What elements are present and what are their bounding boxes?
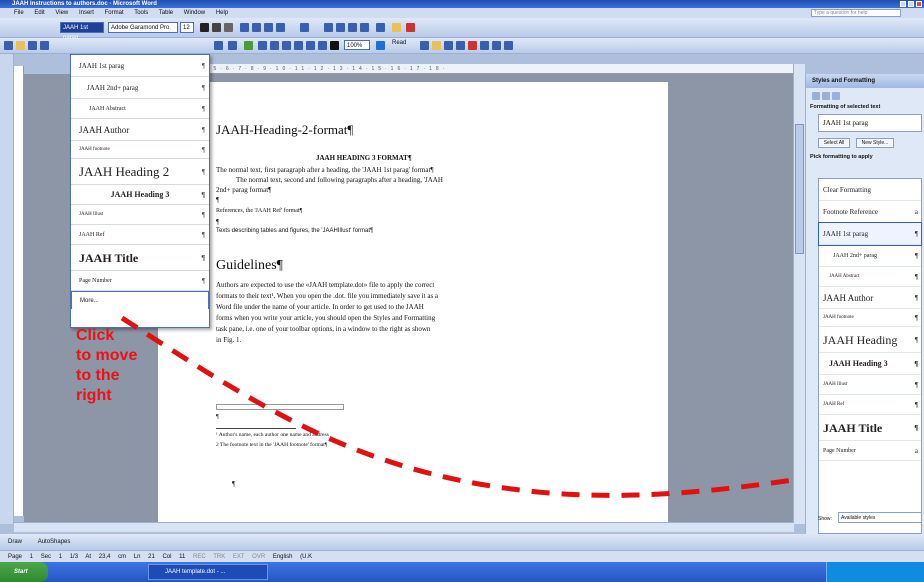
annotation-arrow-icon <box>120 315 850 498</box>
pick-formatting-label: Pick formatting to apply <box>810 154 873 160</box>
list-item-label: JAAH Heading <box>823 333 898 347</box>
list-item-label: JAAH Title <box>823 421 883 435</box>
selected-style-box[interactable]: JAAH 1st parag <box>818 114 922 132</box>
list-item[interactable]: JAAH Ref ¶ <box>819 395 921 415</box>
status-at: At 23,4 cm <box>85 554 127 560</box>
status-bar: Page 1 Sec 1 1/3 At 23,4 cm Ln 21 Col 11… <box>0 550 924 562</box>
paragraph-mark-icon: ¶ <box>914 380 918 389</box>
character-mark-icon: a <box>914 207 918 216</box>
system-tray <box>826 562 924 582</box>
status-column: Col 11 <box>162 554 186 560</box>
drawing-toolbar: Draw AutoShapes <box>0 534 924 550</box>
status-page: Page 1 <box>8 554 34 560</box>
paragraph-mark-icon: ¶ <box>914 423 918 432</box>
list-item[interactable]: JAAH Author ¶ <box>819 287 921 309</box>
list-item[interactable]: JAAH Abstract ¶ <box>819 267 921 287</box>
task-pane-title: Styles and Formatting <box>806 74 924 88</box>
paragraph-mark-icon: ¶ <box>914 229 918 238</box>
autoshapes-menu[interactable]: AutoShapes <box>38 539 71 545</box>
new-style-button[interactable]: New Style... <box>856 138 894 148</box>
list-item-selected[interactable]: JAAH 1st parag ¶ <box>818 222 922 246</box>
taskbar-word-item[interactable]: JAAH template.dot - ... <box>148 564 268 580</box>
paragraph-mark-icon: ¶ <box>914 293 918 302</box>
list-item-label: Clear Formatting <box>823 186 872 194</box>
list-item[interactable]: Footnote Reference a <box>819 201 921 223</box>
back-icon[interactable] <box>812 92 820 100</box>
list-item-label: JAAH 1st parag <box>823 230 869 238</box>
list-item[interactable]: Clear Formatting <box>819 179 921 201</box>
select-all-button[interactable]: Select All <box>818 138 850 148</box>
start-button[interactable]: Start <box>0 562 48 582</box>
forward-icon[interactable] <box>822 92 830 100</box>
status-pages: 1/3 <box>69 554 79 560</box>
list-item[interactable]: Page Number a <box>819 441 921 461</box>
show-label: Show: <box>818 516 832 522</box>
horizontal-scrollbar[interactable] <box>14 522 794 532</box>
status-language: English (U.K <box>272 554 313 560</box>
show-selector[interactable]: Available styles <box>838 512 922 523</box>
paragraph-mark-icon: ¶ <box>914 400 918 409</box>
list-item-label: Page Number <box>823 448 856 454</box>
vertical-scrollbar[interactable] <box>793 64 805 524</box>
paragraph-mark-icon: ¶ <box>914 251 918 260</box>
list-item-label: JAAH Ref <box>823 402 845 407</box>
list-item-label: JAAH footnote <box>823 315 854 320</box>
home-icon[interactable] <box>832 92 840 100</box>
paragraph-mark-icon: ¶ <box>914 272 918 281</box>
taskbar: Start JAAH template.dot - ... <box>0 562 924 582</box>
status-line: Ln 21 <box>133 554 155 560</box>
list-item-label: JAAH 2nd+ parag <box>833 253 878 259</box>
formatting-list: Clear Formatting Footnote Reference a JAA… <box>818 178 922 534</box>
list-item[interactable]: JAAH Heading 3 ¶ <box>819 353 921 375</box>
paragraph-mark-icon: ¶ <box>914 335 918 344</box>
draw-menu[interactable]: Draw <box>8 539 22 545</box>
list-item-label: JAAH Illust <box>823 382 848 387</box>
list-item-label: JAAH Heading 3 <box>829 359 888 368</box>
list-item-label: Footnote Reference <box>823 208 879 216</box>
list-item-label: JAAH Abstract <box>829 274 860 279</box>
list-item[interactable]: JAAH 2nd+ parag ¶ <box>819 245 921 267</box>
selected-text-label: Formatting of selected text <box>810 104 881 110</box>
list-item[interactable]: JAAH Heading ¶ <box>819 327 921 353</box>
list-item[interactable]: JAAH Illust ¶ <box>819 375 921 395</box>
list-item[interactable]: JAAH footnote ¶ <box>819 309 921 327</box>
styles-task-pane: Styles and Formatting Formatting of sele… <box>805 74 924 534</box>
list-item[interactable]: JAAH Title ¶ <box>819 415 921 441</box>
paragraph-mark-icon: ¶ <box>914 313 918 322</box>
status-section: Sec 1 <box>40 554 63 560</box>
character-mark-icon: a <box>914 446 918 455</box>
list-item-label: JAAH Author <box>823 293 874 303</box>
status-flags: REC TRK EXT OVR <box>193 554 266 560</box>
scrollbar-thumb[interactable] <box>795 124 804 254</box>
paragraph-mark-icon: ¶ <box>914 359 918 368</box>
